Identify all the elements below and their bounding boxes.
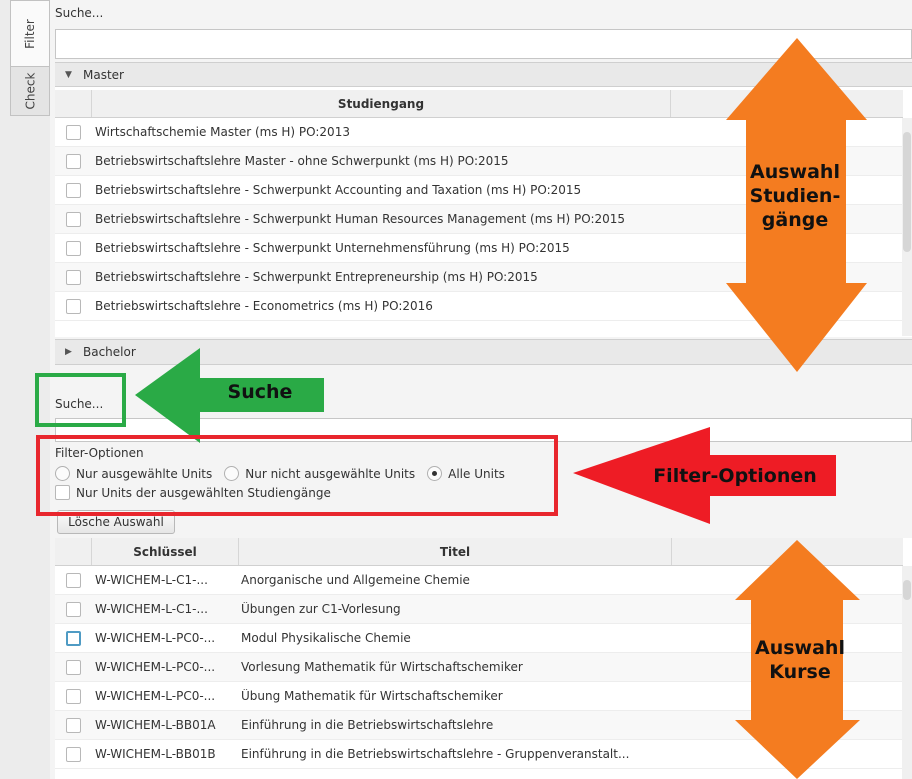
annotation-text-studiengaenge: Auswahl Studien- gänge [735,160,855,232]
annotation-studiengaenge-line1: Auswahl [750,161,840,183]
annotation-box-suche [35,373,126,427]
annotation-studiengaenge-line3: gänge [761,209,829,231]
annotation-box-filter [36,435,558,516]
annotation-studiengaenge-line2: Studien- [749,185,841,207]
annotation-kurse-line2: Kurse [769,661,831,683]
annotation-text-filter: Filter-Optionen [653,465,817,487]
annotation-text-kurse: Auswahl Kurse [740,636,860,684]
annotation-text-suche: Suche [227,381,293,403]
annotation-kurse-line1: Auswahl [755,637,845,659]
